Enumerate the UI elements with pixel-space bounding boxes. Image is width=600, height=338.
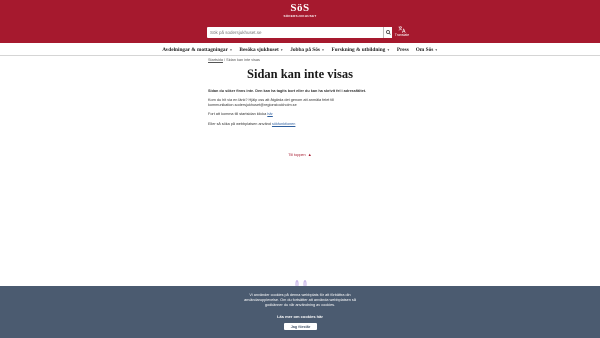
chevron-down-icon: ▼: [280, 47, 284, 52]
cookie-text: Vi använder cookies på denna webbplats f…: [244, 293, 356, 307]
report-text: Kom du hit via en länk? Hjälp oss att åt…: [208, 97, 335, 107]
error-content: Sidan du söker finns inte. Den kan ha ta…: [208, 89, 398, 131]
nav-item-label: Om Sös: [415, 46, 434, 53]
breadcrumb: Startsida / Sidan kan inte visas: [208, 58, 260, 62]
logo-mark: SöS: [290, 2, 310, 14]
chevron-down-icon: ▼: [386, 47, 390, 52]
chevron-down-icon: ▼: [229, 47, 233, 52]
sodersjukhuset-logo[interactable]: SöS SÖDERSJUKHUSET: [282, 3, 318, 21]
nav-item-label: Forskning & utbildning: [331, 46, 386, 53]
page-title: Sidan kan inte visas: [247, 67, 353, 81]
logo-subtitle: SÖDERSJUKHUSET: [283, 14, 317, 18]
search-hint-text: Eller så söka på webbplatsen använd: [208, 121, 272, 126]
cookie-more-link[interactable]: Läs mer om cookies här: [0, 314, 600, 319]
nav-item-avdelningar[interactable]: Avdelningar & mottagningar ▼: [162, 47, 232, 53]
search-input[interactable]: [207, 27, 383, 38]
translate-icon: [398, 26, 406, 33]
main-navigation: Avdelningar & mottagningar ▼ Besöka sjuk…: [0, 44, 600, 56]
translate-label: Translate: [394, 33, 410, 37]
nav-item-label: Jobba på Sös: [290, 46, 320, 53]
nav-item-jobba[interactable]: Jobba på Sös ▼: [290, 47, 324, 53]
search-box: [207, 27, 392, 38]
nav-item-label: Press: [396, 46, 409, 53]
chevron-down-icon: ▼: [434, 47, 438, 52]
site-header: SöS SÖDERSJUKHUSET Translate: [0, 0, 600, 43]
home-hint-text: Fort att komma till startsidan klicka: [208, 112, 268, 116]
nav-item-om-sos[interactable]: Om Sös ▼: [416, 47, 438, 53]
nav-item-label: Avdelningar & mottagningar: [162, 46, 228, 53]
breadcrumb-home-link[interactable]: Startsida: [208, 58, 223, 62]
nav-item-press[interactable]: Press: [397, 47, 409, 53]
search-hint: Eller så söka på webbplatsen använd sökf…: [208, 122, 398, 127]
search-button[interactable]: [383, 27, 392, 38]
chevron-down-icon: ▼: [321, 47, 325, 52]
arrow-up-icon: ▲: [307, 152, 312, 157]
home-hint: Fort att komma till startsidan klicka hä…: [208, 112, 398, 117]
search-function-link[interactable]: sökfunktionen: [272, 122, 295, 126]
breadcrumb-separator: /: [224, 58, 226, 62]
search-icon: [385, 30, 391, 35]
nav-item-besoka[interactable]: Besöka sjukhuset ▼: [239, 47, 283, 53]
cookie-accept-button[interactable]: Jag förstår: [284, 323, 317, 330]
lead-text: Sidan du söker finns inte. Den kan ha ta…: [208, 89, 367, 93]
translate-button[interactable]: Translate: [394, 26, 410, 39]
cookie-banner: Vi använder cookies på denna webbplats f…: [0, 286, 600, 338]
nav-item-forskning[interactable]: Forskning & utbildning ▼: [331, 47, 389, 53]
breadcrumb-current: Sidan kan inte visas: [226, 58, 260, 62]
back-to-top-link[interactable]: Till toppen ▲: [0, 152, 600, 157]
home-link[interactable]: här: [267, 112, 273, 116]
back-to-top-label: Till toppen: [288, 153, 306, 157]
nav-item-label: Besöka sjukhuset: [239, 46, 279, 53]
